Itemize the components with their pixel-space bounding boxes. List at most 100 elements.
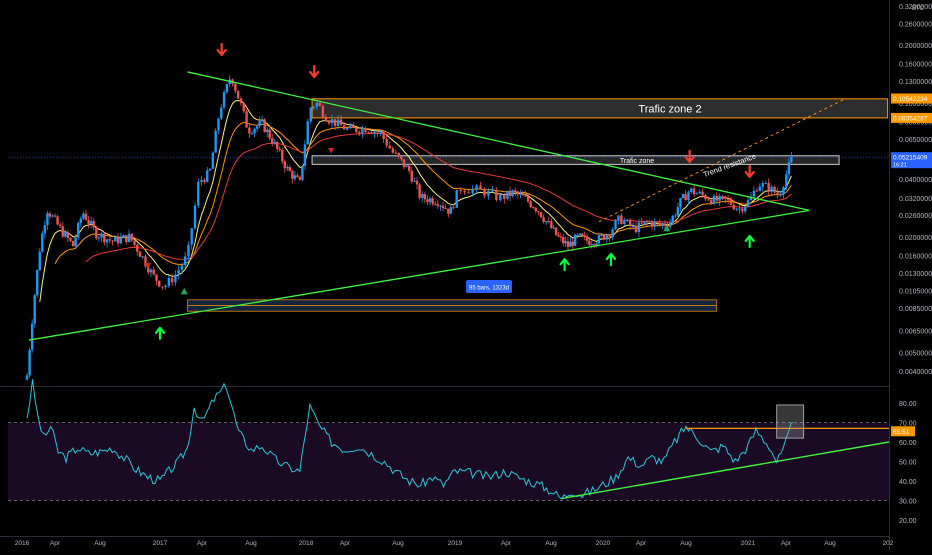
- candle-body: [718, 195, 721, 201]
- candle-body: [585, 236, 589, 241]
- candle-body: [564, 241, 567, 244]
- candle-body: [455, 189, 458, 208]
- time-tick-label: Apr: [501, 540, 512, 547]
- candle-body: [206, 170, 209, 182]
- candle-body: [330, 119, 334, 124]
- candle-body: [364, 128, 367, 133]
- candle-body: [174, 274, 177, 283]
- candle-body: [444, 208, 447, 210]
- candle-body: [79, 218, 83, 224]
- candle-body: [36, 270, 39, 296]
- candle-body: [114, 236, 117, 242]
- candle-body: [184, 256, 187, 266]
- rsi-tick-label: 80.00: [899, 401, 917, 408]
- price-tick-label: 0.0040000: [899, 369, 932, 376]
- candle-body: [459, 189, 462, 191]
- candle-body: [483, 188, 486, 196]
- candle-body: [180, 265, 184, 270]
- candle-body: [138, 251, 142, 257]
- candle-body: [758, 186, 762, 191]
- candle-body: [761, 183, 764, 187]
- candle-body: [46, 213, 49, 226]
- candle-body: [661, 223, 664, 226]
- time-tick-label: 2021: [741, 540, 756, 547]
- candle-body: [358, 131, 361, 134]
- candle-body: [271, 138, 274, 144]
- price-tick-label: 0.2600000: [899, 21, 932, 28]
- candle-body: [559, 236, 563, 238]
- candle-body: [726, 198, 730, 200]
- candle-body: [193, 205, 197, 229]
- candle-body: [355, 127, 358, 132]
- candle-body: [611, 229, 614, 237]
- candle-body: [426, 199, 429, 203]
- candle-body: [626, 219, 629, 222]
- time-tick-label: Apr: [636, 540, 647, 547]
- candle-body: [650, 221, 654, 227]
- candle-body: [514, 190, 517, 192]
- candle-body: [379, 132, 382, 134]
- candle-body: [402, 159, 406, 167]
- price-tick-label: 0.2000000: [899, 43, 932, 50]
- candle-body: [211, 152, 215, 169]
- time-tick-label: Apr: [781, 540, 792, 547]
- candle-body: [735, 208, 738, 210]
- candle-body: [349, 125, 352, 128]
- candle-body: [89, 221, 93, 224]
- price-tag-sublabel: 16:21: [893, 163, 907, 169]
- price-tick-label: 0.0650000: [899, 137, 932, 144]
- candle-body: [208, 168, 212, 171]
- date-range-label: 95 bars, 1323d: [469, 286, 509, 292]
- candle-body: [66, 231, 70, 239]
- candle-body: [152, 269, 155, 275]
- price-tick-label: 0.0260000: [899, 213, 932, 220]
- candle-body: [318, 102, 322, 107]
- candle-body: [463, 190, 466, 193]
- candle-body: [217, 118, 220, 131]
- price-tick-label: 0.1300000: [899, 79, 932, 86]
- rsi-tick-label: 20.00: [899, 518, 917, 525]
- candle-body: [511, 190, 514, 196]
- candle-body: [571, 241, 574, 246]
- candle-body: [222, 92, 226, 108]
- candle-body: [170, 277, 174, 283]
- candle-body: [658, 222, 662, 226]
- candle-body: [413, 180, 416, 182]
- candle-body: [519, 193, 522, 195]
- candle-body: [578, 233, 582, 235]
- candle-body: [524, 195, 527, 197]
- candle-body: [64, 231, 67, 237]
- candle-body: [30, 323, 34, 350]
- candle-body: [33, 295, 36, 324]
- chart-canvas: 0.32000000.26000000.20000000.16000000.13…: [0, 0, 932, 550]
- candle-body: [133, 240, 136, 245]
- time-tick-label: 2018: [299, 540, 314, 547]
- time-tick-label: 2016: [15, 540, 30, 547]
- candle-body: [382, 132, 385, 139]
- candle-body: [385, 138, 388, 146]
- candle-body: [105, 239, 109, 243]
- candle-body: [122, 235, 125, 238]
- candle-body: [38, 251, 41, 271]
- candle-body: [421, 194, 424, 198]
- candle-body: [100, 233, 103, 238]
- price-tag-label: 0.10542234: [893, 96, 928, 103]
- candle-body: [715, 195, 718, 201]
- candle-body: [239, 98, 243, 104]
- candle-body: [58, 224, 62, 227]
- candle-body: [614, 220, 617, 230]
- candle-body: [291, 171, 294, 179]
- candle-body: [790, 155, 793, 163]
- candle-body: [709, 200, 713, 204]
- candle-body: [410, 170, 413, 182]
- candle-body: [447, 208, 450, 214]
- candle-body: [116, 236, 120, 244]
- quote-unit-label: BTC: [912, 6, 925, 12]
- candle-body: [557, 235, 560, 237]
- candle-body: [741, 208, 744, 212]
- candle-body: [608, 235, 611, 237]
- candle-body: [526, 196, 530, 202]
- candle-body: [592, 244, 596, 246]
- candle-body: [516, 191, 520, 195]
- candle-body: [676, 207, 680, 216]
